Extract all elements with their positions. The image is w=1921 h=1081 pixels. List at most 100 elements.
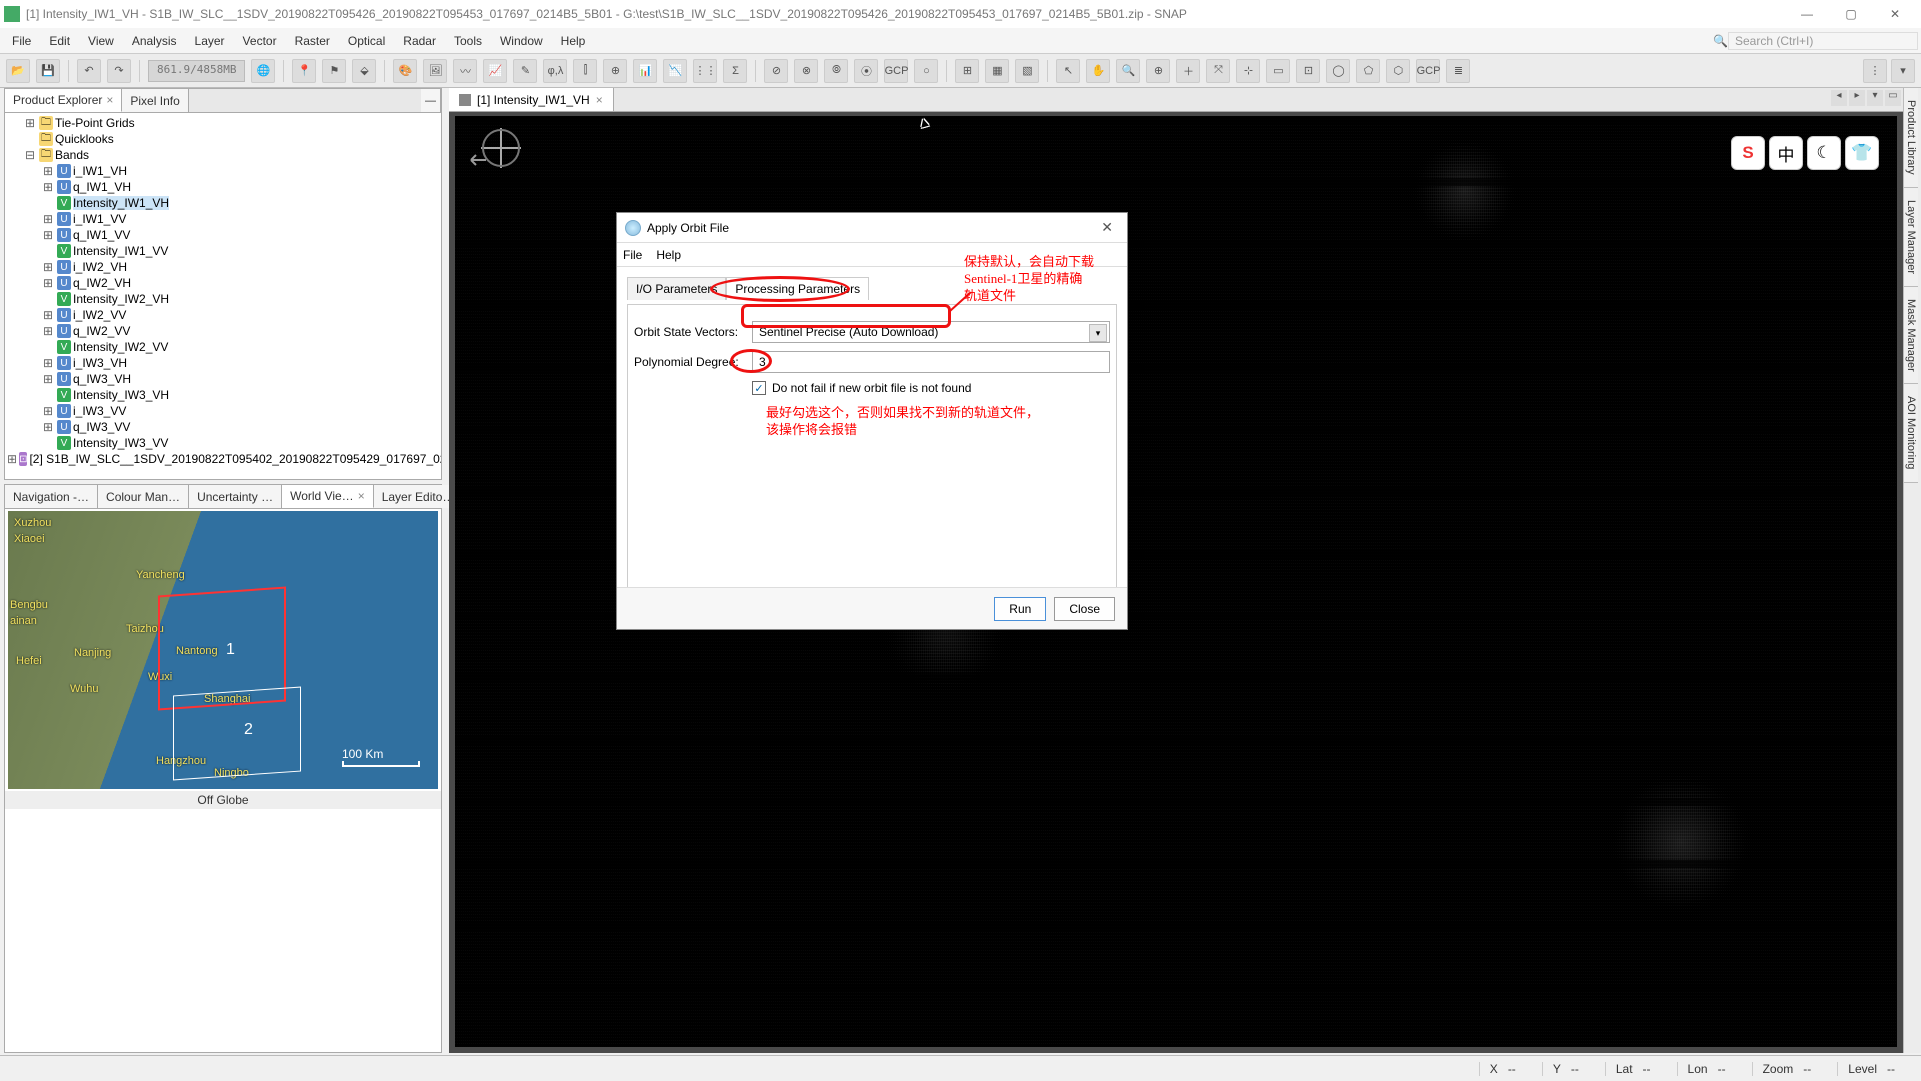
undo-icon[interactable]: ↶ bbox=[77, 59, 101, 83]
panel-minimize-icon[interactable]: — bbox=[421, 89, 441, 112]
tab-colour[interactable]: Colour Man… bbox=[98, 485, 189, 508]
run-button[interactable]: Run bbox=[994, 597, 1046, 621]
globe-icon[interactable]: 🌐 bbox=[251, 59, 275, 83]
menu-view[interactable]: View bbox=[79, 30, 123, 52]
pin-icon[interactable]: 📍 bbox=[292, 59, 316, 83]
tree-band[interactable]: q_IW2_VV bbox=[73, 324, 130, 338]
overlay-zh-button[interactable]: 中 bbox=[1769, 136, 1803, 170]
hand-icon[interactable]: ✋ bbox=[1086, 59, 1110, 83]
rect-icon[interactable]: ▭ bbox=[1266, 59, 1290, 83]
close-icon[interactable]: × bbox=[106, 93, 113, 107]
chart-icon[interactable]: 📊 bbox=[633, 59, 657, 83]
sigma-icon[interactable]: Σ bbox=[723, 59, 747, 83]
tree-quicklooks[interactable]: Quicklooks bbox=[55, 132, 114, 146]
tree-band[interactable]: q_IW1_VH bbox=[73, 180, 131, 194]
tree-band[interactable]: i_IW2_VH bbox=[73, 260, 127, 274]
tab-navigation[interactable]: Navigation -… bbox=[5, 485, 98, 508]
layers-icon[interactable]: ≣ bbox=[1446, 59, 1470, 83]
tree-bands[interactable]: Bands bbox=[55, 148, 89, 162]
histogram-icon[interactable]: ⫿ bbox=[573, 59, 597, 83]
minimize-button[interactable]: — bbox=[1785, 2, 1829, 26]
link1-icon[interactable]: ⊘ bbox=[764, 59, 788, 83]
tree-band[interactable]: Intensity_IW2_VH bbox=[73, 292, 169, 306]
view-tab[interactable]: [1] Intensity_IW1_VH × bbox=[449, 88, 614, 111]
chevron-down-icon[interactable]: ▾ bbox=[1089, 324, 1107, 342]
close-icon[interactable]: × bbox=[596, 93, 603, 107]
crossup-icon[interactable]: ⤧ bbox=[1206, 59, 1230, 83]
more-icon[interactable]: ⋮ bbox=[1863, 59, 1887, 83]
open-icon[interactable]: 📂 bbox=[6, 59, 30, 83]
tab-pixel-info[interactable]: Pixel Info bbox=[122, 89, 188, 112]
menu-edit[interactable]: Edit bbox=[40, 30, 79, 52]
tab-dropdown-icon[interactable]: ▾ bbox=[1867, 90, 1883, 106]
link2-icon[interactable]: ⊗ bbox=[794, 59, 818, 83]
scatter-icon[interactable]: ⋮⋮ bbox=[693, 59, 717, 83]
poly-icon[interactable]: ⬠ bbox=[1356, 59, 1380, 83]
close-button[interactable]: ✕ bbox=[1873, 2, 1917, 26]
tab-next-icon[interactable]: ▸ bbox=[1849, 90, 1865, 106]
overlay-shirt-button[interactable]: 👕 bbox=[1845, 136, 1879, 170]
zoomplus-icon[interactable]: ⊕ bbox=[1146, 59, 1170, 83]
menu-help[interactable]: Help bbox=[552, 30, 595, 52]
tree-band[interactable]: q_IW3_VH bbox=[73, 372, 131, 386]
tab-layer-manager[interactable]: Layer Manager bbox=[1904, 188, 1918, 287]
pointer-icon[interactable]: ↖ bbox=[1056, 59, 1080, 83]
tree-product2[interactable]: [2] S1B_IW_SLC__1SDV_20190822T095402_201… bbox=[29, 452, 441, 466]
tree-band[interactable]: i_IW3_VV bbox=[73, 404, 126, 418]
tree-band[interactable]: Intensity_IW3_VV bbox=[73, 436, 168, 450]
blur-icon[interactable]: ○ bbox=[914, 59, 938, 83]
close-button[interactable]: Close bbox=[1054, 597, 1115, 621]
menu-analysis[interactable]: Analysis bbox=[123, 30, 186, 52]
crossadd-icon[interactable]: ⊹ bbox=[1236, 59, 1260, 83]
menu-raster[interactable]: Raster bbox=[286, 30, 339, 52]
wave-icon[interactable]: 〰 bbox=[453, 59, 477, 83]
tree-band[interactable]: q_IW2_VH bbox=[73, 276, 131, 290]
dialog-titlebar[interactable]: Apply Orbit File ✕ bbox=[617, 213, 1127, 243]
tree-band[interactable]: i_IW1_VH bbox=[73, 164, 127, 178]
tab-aoi-monitoring[interactable]: AOI Monitoring bbox=[1904, 384, 1918, 482]
edit-icon[interactable]: ✎ bbox=[513, 59, 537, 83]
redo-icon[interactable]: ↷ bbox=[107, 59, 131, 83]
flag-icon[interactable]: ⚑ bbox=[322, 59, 346, 83]
tree-band[interactable]: q_IW3_VV bbox=[73, 420, 130, 434]
dropdown-icon[interactable]: ▾ bbox=[1891, 59, 1915, 83]
overlay-s-button[interactable]: S bbox=[1731, 136, 1765, 170]
gcp-label-icon[interactable]: GCP bbox=[884, 59, 908, 83]
cross-icon[interactable]: ＋ bbox=[1176, 59, 1200, 83]
tab-prev-icon[interactable]: ◂ bbox=[1831, 90, 1847, 106]
tab-mask-manager[interactable]: Mask Manager bbox=[1904, 287, 1918, 385]
circle-icon[interactable]: ◯ bbox=[1326, 59, 1350, 83]
menu-vector[interactable]: Vector bbox=[234, 30, 286, 52]
rectplus-icon[interactable]: ⊡ bbox=[1296, 59, 1320, 83]
menu-radar[interactable]: Radar bbox=[394, 30, 445, 52]
maximize-button[interactable]: ▢ bbox=[1829, 2, 1873, 26]
palette-icon[interactable]: 🎨 bbox=[393, 59, 417, 83]
gcp2-icon[interactable]: GCP bbox=[1416, 59, 1440, 83]
dialog-close-icon[interactable]: ✕ bbox=[1095, 217, 1119, 238]
menu-layer[interactable]: Layer bbox=[186, 30, 234, 52]
link4-icon[interactable]: ⦿ bbox=[854, 59, 878, 83]
tree-band[interactable]: Intensity_IW3_VH bbox=[73, 388, 169, 402]
dialog-menu-file[interactable]: File bbox=[623, 248, 642, 262]
tree-band[interactable]: q_IW1_VV bbox=[73, 228, 130, 242]
polygon-icon[interactable]: ⬡ bbox=[1386, 59, 1410, 83]
tree-band[interactable]: i_IW1_VV bbox=[73, 212, 126, 226]
menu-file[interactable]: File bbox=[3, 30, 40, 52]
image-icon[interactable]: 🖼 bbox=[423, 59, 447, 83]
lambda-icon[interactable]: φ,λ bbox=[543, 59, 567, 83]
tab-uncertainty[interactable]: Uncertainty … bbox=[189, 485, 282, 508]
poly-degree-input[interactable] bbox=[752, 351, 1110, 373]
tree-band[interactable]: Intensity_IW1_VV bbox=[73, 244, 168, 258]
donotfail-checkbox[interactable]: ✓ bbox=[752, 381, 766, 395]
product-tree[interactable]: ⊞🗀Tie-Point Grids 🗀Quicklooks ⊟🗀Bands ⊞U… bbox=[5, 113, 441, 477]
line-icon[interactable]: 📉 bbox=[663, 59, 687, 83]
dialog-menu-help[interactable]: Help bbox=[656, 248, 681, 262]
tab-worldview[interactable]: World Vie…× bbox=[282, 485, 374, 508]
worldview-map[interactable]: Xuzhou Xiaoei Yancheng Bengbu ainan Taiz… bbox=[8, 511, 438, 789]
search-input[interactable]: Search (Ctrl+I) bbox=[1728, 32, 1918, 50]
save-icon[interactable]: 💾 bbox=[36, 59, 60, 83]
close-icon[interactable]: × bbox=[358, 489, 365, 503]
link3-icon[interactable]: ⦾ bbox=[824, 59, 848, 83]
tree-band[interactable]: Intensity_IW1_VH bbox=[73, 196, 169, 210]
tab-product-library[interactable]: Product Library bbox=[1904, 88, 1918, 188]
